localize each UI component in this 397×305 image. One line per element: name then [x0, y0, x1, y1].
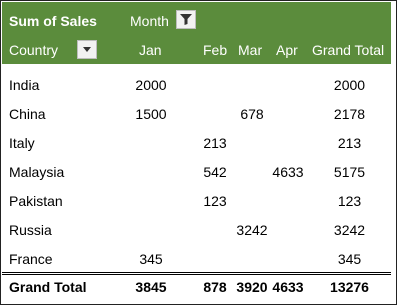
pivot-frame: Sum of Sales Month Country Jan Feb Mar A…	[0, 0, 397, 305]
cell-feb[interactable]: 123	[196, 186, 234, 215]
row-label[interactable]: Malaysia	[9, 157, 64, 186]
dropdown-arrow-icon	[83, 46, 91, 52]
row-label[interactable]: Pakistan	[9, 186, 63, 215]
cell-grand-total[interactable]: 2178	[308, 99, 391, 128]
total-grand-total[interactable]: 13276	[308, 272, 391, 302]
cell-grand-total[interactable]: 5175	[308, 157, 391, 186]
column-header-feb: Feb	[203, 42, 228, 58]
cell-mar[interactable]	[234, 70, 270, 99]
total-mar[interactable]: 3920	[234, 272, 270, 302]
row-label[interactable]: Russia	[9, 215, 52, 244]
cell-feb[interactable]	[196, 70, 234, 99]
cell-feb[interactable]	[196, 215, 234, 244]
pivot-table: Sum of Sales Month Country Jan Feb Mar A…	[2, 2, 391, 295]
cell-grand-total[interactable]: 213	[308, 128, 391, 157]
row-label[interactable]: Italy	[9, 128, 35, 157]
cell-apr[interactable]: 4633	[268, 157, 308, 186]
column-header-mar: Mar	[238, 42, 263, 58]
pivot-body: India 2000 2000 China 1500 678 2178 Ital…	[2, 64, 391, 273]
total-jan[interactable]: 3845	[120, 272, 182, 302]
cell-grand-total[interactable]: 2000	[308, 70, 391, 99]
cell-jan[interactable]: 1500	[120, 99, 182, 128]
total-apr[interactable]: 4633	[268, 272, 308, 302]
cell-jan[interactable]	[120, 157, 182, 186]
row-label[interactable]: India	[9, 70, 39, 99]
table-row: India 2000 2000	[2, 70, 391, 99]
pivot-header: Sum of Sales Month Country Jan Feb Mar A…	[2, 2, 391, 64]
row-label[interactable]: China	[9, 99, 46, 128]
filter-icon	[180, 14, 192, 25]
cell-grand-total[interactable]: 123	[308, 186, 391, 215]
row-field-label: Country	[9, 42, 59, 58]
values-field-label: Sum of Sales	[9, 13, 97, 29]
cell-apr[interactable]	[268, 215, 308, 244]
column-header-apr: Apr	[276, 42, 298, 58]
cell-jan[interactable]	[120, 186, 182, 215]
grand-total-label[interactable]: Grand Total	[9, 272, 87, 302]
cell-apr[interactable]	[268, 186, 308, 215]
cell-mar[interactable]: 678	[234, 99, 270, 128]
column-header-jan: Jan	[139, 42, 162, 58]
cell-feb[interactable]	[196, 99, 234, 128]
table-row: Italy 213 213	[2, 128, 391, 157]
table-row: Pakistan 123 123	[2, 186, 391, 215]
cell-feb[interactable]	[196, 244, 234, 273]
row-label[interactable]: France	[9, 244, 53, 273]
country-dropdown-button[interactable]	[77, 40, 97, 59]
column-field-label: Month	[130, 13, 169, 29]
cell-apr[interactable]	[268, 99, 308, 128]
table-row: France 345 345	[2, 244, 391, 273]
cell-mar[interactable]	[234, 157, 270, 186]
table-row: China 1500 678 2178	[2, 99, 391, 128]
cell-apr[interactable]	[268, 244, 308, 273]
cell-mar[interactable]	[234, 128, 270, 157]
cell-jan[interactable]	[120, 215, 182, 244]
cell-jan[interactable]: 345	[120, 244, 182, 273]
cell-feb[interactable]: 213	[196, 128, 234, 157]
cell-grand-total[interactable]: 3242	[308, 215, 391, 244]
cell-feb[interactable]: 542	[196, 157, 234, 186]
cell-mar[interactable]: 3242	[234, 215, 270, 244]
month-filter-button[interactable]	[176, 10, 196, 29]
cell-jan[interactable]	[120, 128, 182, 157]
table-row: Russia 3242 3242	[2, 215, 391, 244]
total-feb[interactable]: 878	[196, 272, 234, 302]
cell-grand-total[interactable]: 345	[308, 244, 391, 273]
cell-apr[interactable]	[268, 70, 308, 99]
cell-jan[interactable]: 2000	[120, 70, 182, 99]
column-header-grand-total: Grand Total	[312, 42, 385, 58]
table-row: Malaysia 542 4633 5175	[2, 157, 391, 186]
grand-total-row: Grand Total 3845 878 3920 4633 13276	[2, 272, 391, 302]
cell-apr[interactable]	[268, 128, 308, 157]
cell-mar[interactable]	[234, 186, 270, 215]
cell-mar[interactable]	[234, 244, 270, 273]
